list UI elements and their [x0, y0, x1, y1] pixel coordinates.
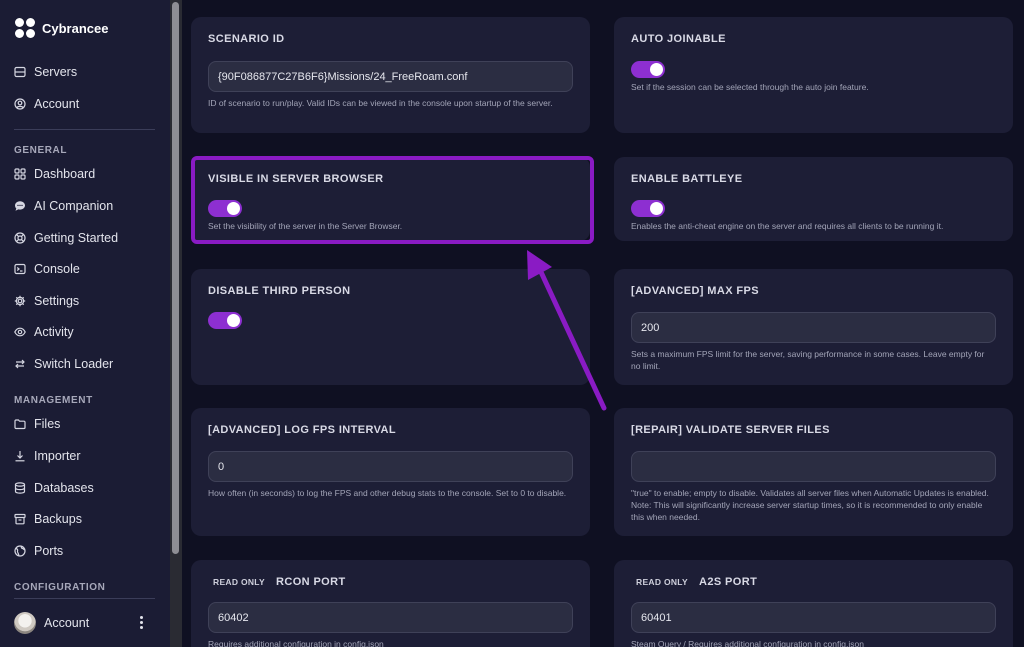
a2s-port-input[interactable]	[631, 602, 996, 633]
chat-icon	[15, 201, 25, 211]
card-description: Sets a maximum FPS limit for the server,…	[631, 349, 985, 371]
card-description: Set the visibility of the server in the …	[208, 221, 403, 231]
globe-icon	[14, 545, 26, 557]
sidebar-item-label: Settings	[34, 294, 80, 308]
sidebar-item-backups[interactable]: Backups	[14, 509, 164, 529]
sidebar-item-ai-companion[interactable]: AI Companion	[14, 196, 164, 216]
scenario-id-input[interactable]	[208, 61, 573, 92]
card-title: VISIBLE IN SERVER BROWSER	[208, 173, 384, 185]
validate-server-files-input[interactable]	[631, 451, 996, 482]
sidebar-divider	[14, 598, 155, 599]
section-label-configuration: CONFIGURATION	[14, 582, 106, 593]
sidebar-item-activity[interactable]: Activity	[14, 322, 164, 342]
max-fps-input[interactable]	[631, 312, 996, 343]
card-description: "true" to enable; empty to disable. Vali…	[631, 488, 989, 522]
card-title: RCON PORT	[276, 576, 346, 588]
card-title: AUTO JOINABLE	[631, 33, 726, 45]
card-description: Steam Query / Requires additional config…	[631, 639, 864, 647]
sidebar-item-label: Activity	[34, 325, 74, 339]
grid-icon	[14, 168, 26, 180]
sidebar: Cybrancee Servers Account GENERAL Dashbo…	[0, 0, 170, 647]
sidebar-item-files[interactable]: Files	[14, 414, 164, 434]
card-auto-joinable: AUTO JOINABLE Set if the session can be …	[614, 17, 1013, 133]
sidebar-item-label: Ports	[34, 544, 64, 558]
card-description: Set if the session can be selected throu…	[631, 82, 869, 92]
read-only-badge: READ ONLY	[636, 577, 688, 587]
sidebar-item-account[interactable]: Account	[14, 94, 164, 114]
sidebar-item-label: Console	[34, 262, 80, 276]
sidebar-item-dashboard[interactable]: Dashboard	[14, 164, 164, 184]
card-description: Enables the anti-cheat engine on the ser…	[631, 221, 944, 231]
card-description: How often (in seconds) to log the FPS an…	[208, 488, 567, 498]
read-only-badge: READ ONLY	[213, 577, 265, 587]
archive-icon	[14, 513, 26, 525]
section-label-management: MANAGEMENT	[14, 395, 93, 406]
terminal-icon	[14, 263, 26, 275]
sidebar-item-getting-started[interactable]: Getting Started	[14, 228, 164, 248]
cybrancee-logo-icon	[14, 17, 36, 39]
card-title: DISABLE THIRD PERSON	[208, 285, 351, 297]
enable-battleye-toggle[interactable]	[631, 200, 665, 217]
sidebar-scrollbar-thumb[interactable]	[172, 2, 179, 554]
account-menu[interactable]: Account	[14, 611, 154, 635]
sidebar-item-label: Databases	[34, 481, 94, 495]
card-scenario-id: SCENARIO ID ID of scenario to run/play. …	[191, 17, 590, 133]
auto-joinable-toggle[interactable]	[631, 61, 665, 78]
sidebar-divider	[14, 129, 155, 130]
section-label-general: GENERAL	[14, 145, 68, 156]
card-title: A2S PORT	[699, 576, 758, 588]
sidebar-item-label: Importer	[34, 449, 81, 463]
card-log-fps-interval: [ADVANCED] LOG FPS INTERVAL How often (i…	[191, 408, 590, 536]
card-validate-server-files: [REPAIR] VALIDATE SERVER FILES "true" to…	[614, 408, 1013, 536]
card-description: Requires additional configuration in con…	[208, 639, 384, 647]
sidebar-item-servers[interactable]: Servers	[14, 62, 164, 82]
download-icon	[15, 451, 25, 462]
card-description: ID of scenario to run/play. Valid IDs ca…	[208, 98, 553, 108]
card-title: [ADVANCED] MAX FPS	[631, 285, 759, 297]
sidebar-item-label: Getting Started	[34, 231, 119, 245]
brand[interactable]: Cybrancee	[14, 17, 108, 39]
card-a2s-port: READ ONLY A2S PORT Steam Query / Require…	[614, 560, 1013, 647]
sidebar-item-label: Dashboard	[34, 167, 96, 181]
sidebar-item-ports[interactable]: Ports	[14, 541, 164, 561]
card-title: SCENARIO ID	[208, 33, 285, 45]
sidebar-item-switch-loader[interactable]: Switch Loader	[14, 354, 164, 374]
sidebar-item-importer[interactable]: Importer	[14, 446, 164, 466]
card-disable-third-person: DISABLE THIRD PERSON	[191, 269, 590, 385]
user-icon	[14, 98, 26, 110]
card-rcon-port: READ ONLY RCON PORT Requires additional …	[191, 560, 590, 647]
sidebar-item-label: Switch Loader	[34, 357, 114, 371]
sidebar-item-label: Servers	[34, 65, 78, 79]
rcon-port-input[interactable]	[208, 602, 573, 633]
card-visible-in-server-browser: VISIBLE IN SERVER BROWSER Set the visibi…	[191, 157, 590, 241]
disable-third-person-toggle[interactable]	[208, 312, 242, 329]
card-title: [ADVANCED] LOG FPS INTERVAL	[208, 424, 397, 436]
database-icon	[14, 482, 26, 494]
sidebar-item-settings[interactable]: Settings	[14, 291, 164, 311]
sidebar-item-label: AI Companion	[34, 199, 114, 213]
gear-icon	[14, 295, 26, 307]
card-title: [REPAIR] VALIDATE SERVER FILES	[631, 424, 830, 436]
card-max-fps: [ADVANCED] MAX FPS Sets a maximum FPS li…	[614, 269, 1013, 385]
eye-icon	[14, 327, 26, 337]
folder-icon	[14, 419, 26, 430]
sidebar-item-label: Backups	[34, 512, 82, 526]
brand-name: Cybrancee	[42, 20, 109, 36]
swap-icon	[15, 359, 25, 369]
sidebar-item-label: Files	[34, 417, 61, 431]
sidebar-item-console[interactable]: Console	[14, 259, 164, 279]
sidebar-item-databases[interactable]: Databases	[14, 478, 164, 498]
visible-in-browser-toggle[interactable]	[208, 200, 242, 217]
sidebar-item-label: Account	[34, 97, 80, 111]
server-icon	[14, 66, 26, 78]
lifebuoy-icon	[14, 232, 26, 244]
card-title: ENABLE BATTLEYE	[631, 173, 743, 185]
more-options-icon[interactable]	[136, 615, 146, 631]
log-fps-interval-input[interactable]	[208, 451, 573, 482]
card-enable-battleye: ENABLE BATTLEYE Enables the anti-cheat e…	[614, 157, 1013, 241]
account-label: Account	[44, 616, 90, 630]
avatar	[14, 612, 36, 634]
